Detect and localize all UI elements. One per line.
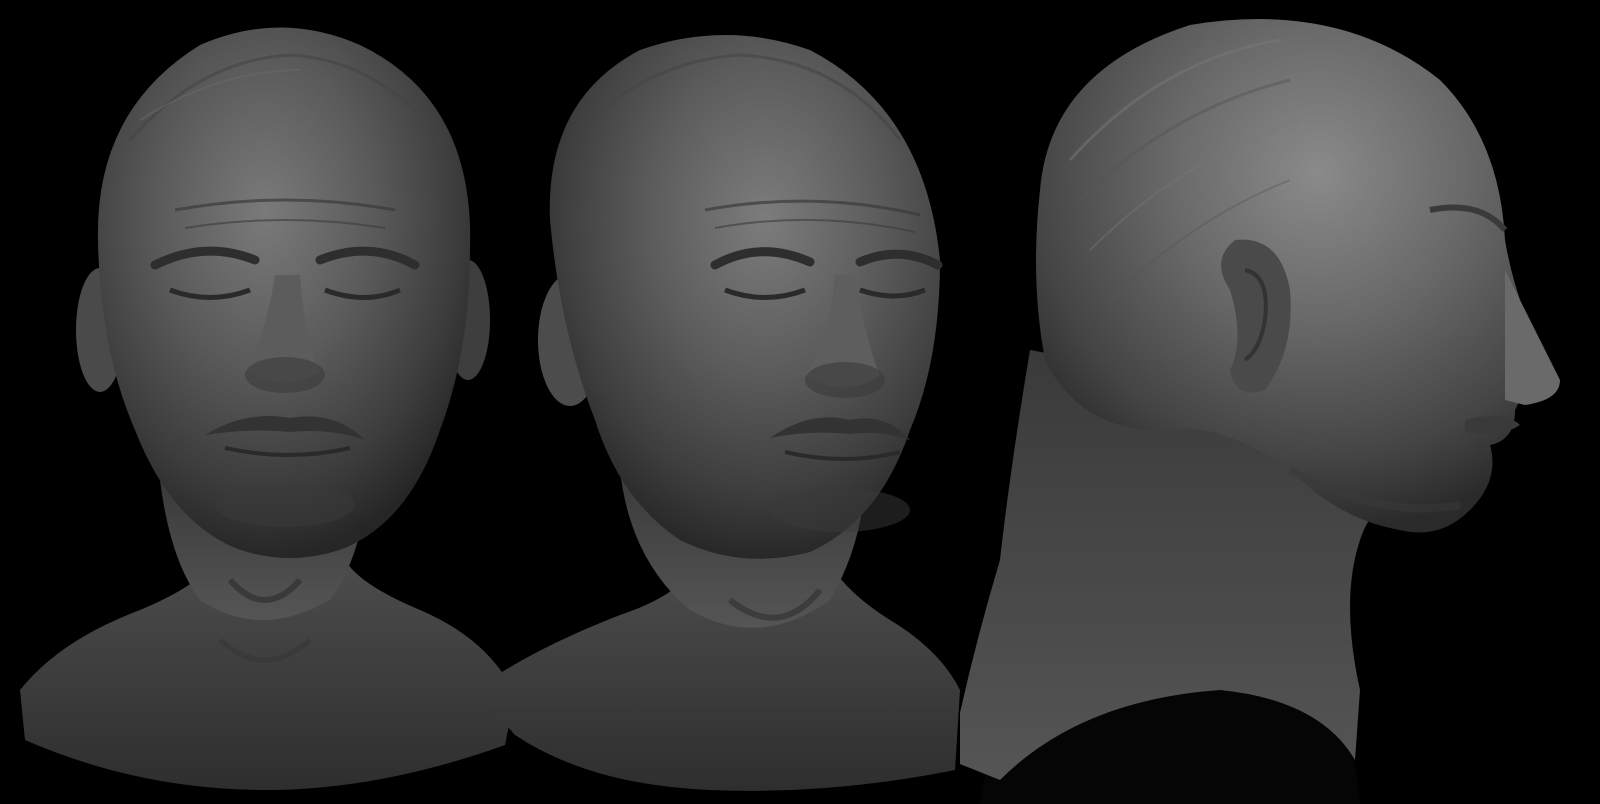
profile-nose xyxy=(1505,270,1560,405)
render-canvas xyxy=(0,0,1600,804)
three-quarter-view-bust xyxy=(470,0,990,804)
profile-view-bust xyxy=(960,0,1600,804)
front-view-bust xyxy=(0,0,520,804)
